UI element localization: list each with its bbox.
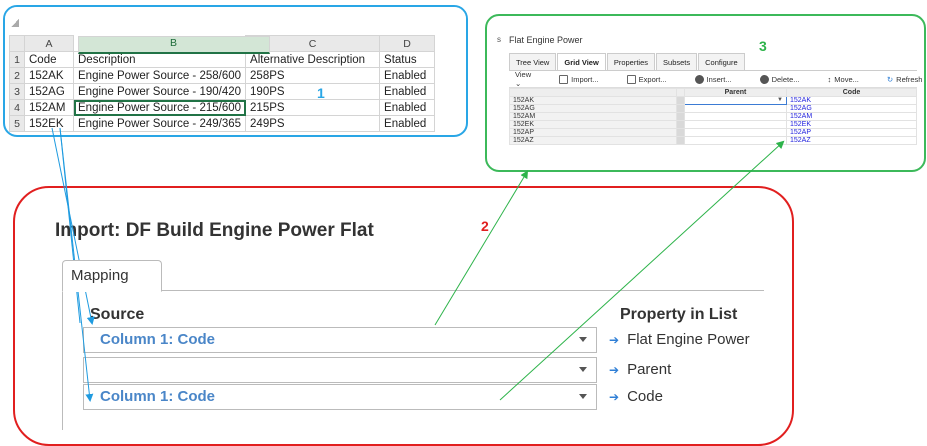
- arrow-source-to-grid-title: [434, 170, 529, 326]
- arrow-source-to-grid-code: [499, 140, 785, 401]
- tab-mapping[interactable]: Mapping: [62, 260, 162, 292]
- arrow-excel-to-source-1: [51, 127, 95, 325]
- connector-overlay: [51, 127, 785, 402]
- arrow-excel-branch: [59, 127, 81, 324]
